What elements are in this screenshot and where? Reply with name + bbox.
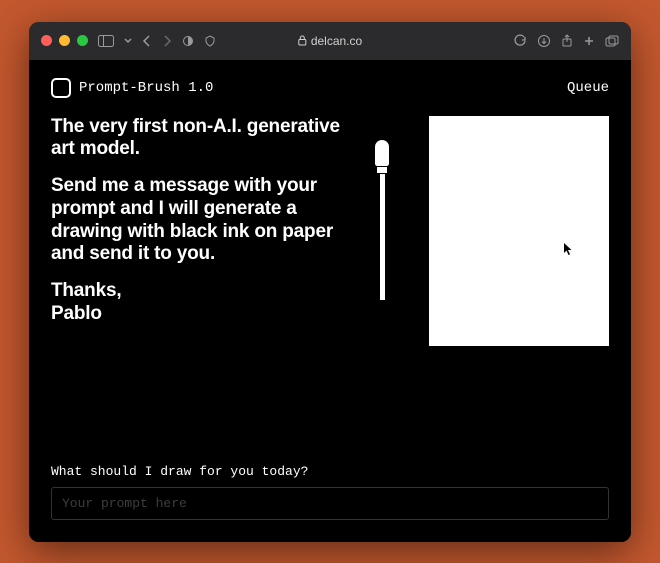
hero-signoff: Thanks, Pablo bbox=[51, 280, 351, 326]
new-tab-icon[interactable] bbox=[583, 35, 595, 47]
page-content: Prompt-Brush 1.0 Queue The very first no… bbox=[29, 60, 631, 542]
shield-icon[interactable] bbox=[204, 35, 216, 47]
brand-title: Prompt-Brush 1.0 bbox=[79, 80, 213, 96]
reload-icon[interactable] bbox=[513, 34, 527, 48]
cursor-icon bbox=[563, 242, 573, 259]
address-bar[interactable]: delcan.co bbox=[298, 34, 362, 48]
forward-icon[interactable] bbox=[162, 35, 172, 47]
browser-chrome: delcan.co bbox=[29, 22, 631, 60]
lock-icon bbox=[298, 35, 307, 46]
canvas-column bbox=[429, 116, 609, 346]
hero-line-1: The very first non-A.I. generative art m… bbox=[51, 116, 351, 162]
back-icon[interactable] bbox=[142, 35, 152, 47]
address-domain: delcan.co bbox=[311, 34, 362, 48]
chevron-down-icon[interactable] bbox=[124, 37, 132, 45]
minimize-window-icon[interactable] bbox=[59, 35, 70, 46]
hero-thanks: Thanks, bbox=[51, 280, 121, 301]
app-header: Prompt-Brush 1.0 Queue bbox=[51, 78, 609, 98]
tabs-overview-icon[interactable] bbox=[605, 35, 619, 47]
brand-logo-icon bbox=[51, 78, 71, 98]
close-window-icon[interactable] bbox=[41, 35, 52, 46]
hero-section: The very first non-A.I. generative art m… bbox=[51, 116, 609, 346]
hero-text: The very first non-A.I. generative art m… bbox=[51, 116, 351, 340]
window-controls bbox=[41, 35, 88, 46]
share-icon[interactable] bbox=[561, 34, 573, 48]
queue-link[interactable]: Queue bbox=[567, 80, 609, 96]
prompt-label: What should I draw for you today? bbox=[51, 464, 609, 479]
zoom-window-icon[interactable] bbox=[77, 35, 88, 46]
sidebar-toggle-icon[interactable] bbox=[98, 35, 114, 47]
brand[interactable]: Prompt-Brush 1.0 bbox=[51, 78, 213, 98]
prompt-input[interactable] bbox=[51, 487, 609, 520]
brush-icon bbox=[374, 140, 390, 300]
drawing-canvas[interactable] bbox=[429, 116, 609, 346]
downloads-icon[interactable] bbox=[537, 34, 551, 48]
shield-half-icon[interactable] bbox=[182, 35, 194, 47]
browser-window: delcan.co Prompt-Brush 1.0 Queue bbox=[29, 22, 631, 542]
hero-signature: Pablo bbox=[51, 303, 102, 324]
hero-line-2: Send me a message with your prompt and I… bbox=[51, 175, 351, 266]
prompt-area: What should I draw for you today? bbox=[51, 464, 609, 520]
brush-column bbox=[369, 116, 395, 300]
